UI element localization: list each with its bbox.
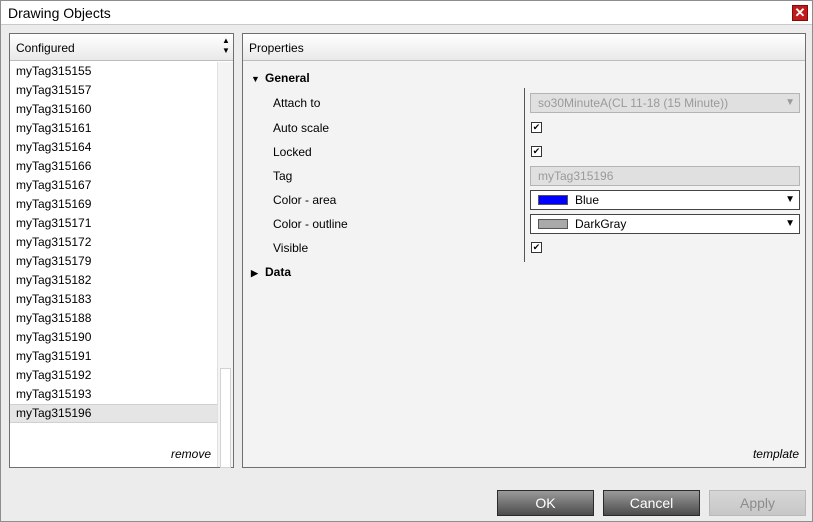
apply-button[interactable]: Apply: [709, 490, 806, 516]
list-item[interactable]: myTag315183: [10, 290, 217, 309]
color-outline-swatch: [538, 218, 568, 229]
drawing-objects-window: Drawing Objects ✕ Configured ▲ ▼ myTag31…: [0, 0, 813, 522]
locked-label: Locked: [273, 145, 312, 159]
visible-label: Visible: [273, 241, 309, 255]
tag-value: myTag315196: [538, 169, 614, 183]
scrollbar-thumb[interactable]: [220, 368, 231, 468]
sort-up-icon: ▲: [222, 36, 230, 45]
title-bar: Drawing Objects ✕: [1, 1, 812, 25]
remove-link[interactable]: remove: [171, 447, 211, 461]
configured-header[interactable]: Configured ▲ ▼: [10, 34, 233, 61]
configured-panel: Configured ▲ ▼ myTag315155 myTag315157 myT…: [9, 33, 234, 468]
list-item[interactable]: myTag315188: [10, 309, 217, 328]
attach-to-select: so30MinuteA(CL 11-18 (15 Minute)) ▼: [530, 93, 800, 113]
list-item[interactable]: myTag315155: [10, 62, 217, 81]
color-area-swatch: [538, 194, 568, 205]
list-item[interactable]: myTag315192: [10, 366, 217, 385]
visible-checkbox[interactable]: ✔: [531, 242, 542, 253]
attach-to-value: so30MinuteA(CL 11-18 (15 Minute)): [538, 96, 729, 110]
list-item[interactable]: myTag315191: [10, 347, 217, 366]
list-item[interactable]: myTag315172: [10, 233, 217, 252]
tag-label: Tag: [273, 169, 293, 183]
auto-scale-checkbox[interactable]: ✔: [531, 122, 542, 133]
configured-header-label: Configured: [16, 41, 75, 55]
list-item[interactable]: myTag315167: [10, 176, 217, 195]
list-item[interactable]: myTag315164: [10, 138, 217, 157]
list-item[interactable]: myTag315169: [10, 195, 217, 214]
list-item[interactable]: myTag315193: [10, 385, 217, 404]
configured-list: myTag315155 myTag315157 myTag315160 myTag31…: [10, 62, 217, 424]
chevron-down-icon: ▼: [785, 97, 795, 108]
cancel-button[interactable]: Cancel: [603, 490, 700, 516]
list-item[interactable]: myTag315171: [10, 214, 217, 233]
color-outline-value: DarkGray: [575, 217, 627, 231]
template-link[interactable]: template: [753, 447, 799, 461]
locked-checkbox[interactable]: ✔: [531, 146, 542, 157]
general-section-label: General: [265, 71, 310, 85]
close-icon[interactable]: ✕: [792, 5, 808, 21]
tag-field: myTag315196: [530, 166, 800, 186]
expanded-arrow-icon: ▼: [251, 74, 260, 84]
chevron-down-icon: ▼: [785, 218, 795, 229]
property-divider[interactable]: [524, 88, 525, 262]
vertical-scrollbar[interactable]: [217, 62, 233, 468]
color-area-label: Color - area: [273, 193, 337, 207]
data-section-label: Data: [265, 265, 292, 279]
list-item[interactable]: myTag315182: [10, 271, 217, 290]
sort-arrows-icon[interactable]: ▲ ▼: [221, 36, 231, 58]
color-outline-label: Color - outline: [273, 217, 348, 231]
properties-panel: Properties ▼ General Attach to Auto scale…: [242, 33, 806, 468]
color-area-value: Blue: [575, 193, 600, 207]
list-item[interactable]: myTag315190: [10, 328, 217, 347]
sort-down-icon: ▼: [222, 46, 230, 55]
chevron-down-icon: ▼: [785, 194, 795, 205]
list-item[interactable]: myTag315157: [10, 81, 217, 100]
data-section-toggle[interactable]: ▶ Data: [251, 265, 291, 279]
collapsed-arrow-icon: ▶: [251, 268, 258, 278]
auto-scale-label: Auto scale: [273, 121, 330, 135]
list-item[interactable]: myTag315179: [10, 252, 217, 271]
list-item[interactable]: myTag315166: [10, 157, 217, 176]
color-outline-select[interactable]: DarkGray ▼: [530, 214, 800, 234]
properties-header-label: Properties: [249, 41, 304, 55]
color-area-select[interactable]: Blue ▼: [530, 190, 800, 210]
list-item[interactable]: myTag315196: [10, 404, 217, 423]
window-title: Drawing Objects: [8, 5, 111, 21]
list-item[interactable]: myTag315160: [10, 100, 217, 119]
attach-to-label: Attach to: [273, 96, 321, 110]
properties-header: Properties: [243, 34, 805, 61]
list-item[interactable]: myTag315161: [10, 119, 217, 138]
general-section-toggle[interactable]: ▼ General: [251, 71, 310, 85]
ok-button[interactable]: OK: [497, 490, 594, 516]
